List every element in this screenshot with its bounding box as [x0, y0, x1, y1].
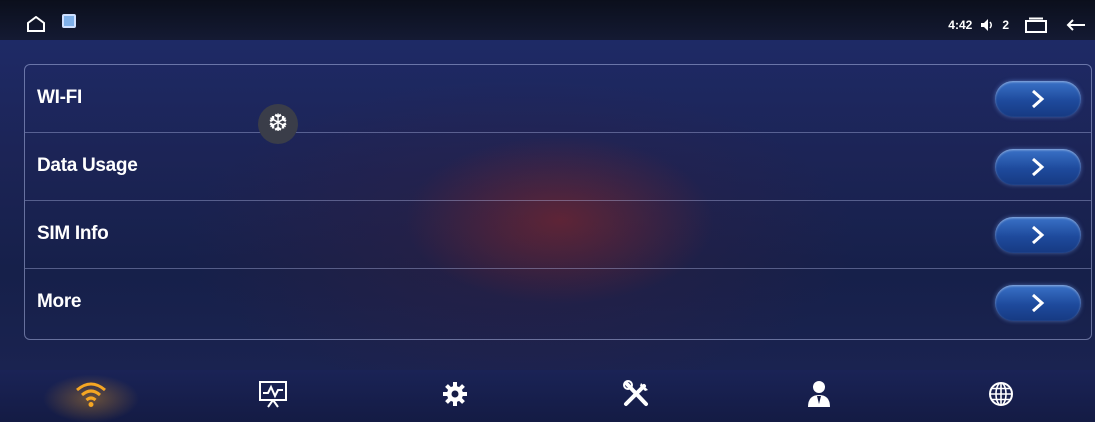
tab-network[interactable]: [0, 370, 182, 422]
chevron-right-icon[interactable]: [995, 149, 1081, 185]
tab-tools[interactable]: [546, 370, 728, 422]
tab-general[interactable]: [364, 370, 546, 422]
settings-item-data-usage[interactable]: Data Usage: [25, 133, 1091, 201]
system-monitor-icon: [258, 380, 288, 413]
tab-language[interactable]: [910, 370, 1092, 422]
gear-icon: [442, 381, 468, 412]
settings-item-sim-info[interactable]: SIM Info: [25, 201, 1091, 269]
settings-item-label: SIM Info: [37, 223, 109, 244]
globe-icon: [987, 380, 1015, 413]
chevron-right-icon[interactable]: [995, 217, 1081, 253]
clock: 4:42: [948, 18, 973, 32]
chevron-right-icon[interactable]: [995, 81, 1081, 117]
status-bar: 4:42 2: [0, 0, 1095, 40]
settings-item-label: WI-FI: [37, 87, 82, 108]
snowflake-icon[interactable]: ❆: [258, 104, 298, 144]
tools-icon: [622, 379, 652, 413]
volume-level: 2: [1002, 18, 1009, 32]
tab-account[interactable]: [728, 370, 910, 422]
settings-item-label: Data Usage: [37, 155, 138, 176]
back-arrow-icon[interactable]: [1065, 18, 1085, 32]
main-panel: WI-FI Data Usage SIM Info More ❆: [0, 40, 1095, 370]
settings-item-more[interactable]: More: [25, 269, 1091, 337]
bottom-tab-bar: [0, 370, 1095, 422]
settings-item-label: More: [37, 291, 82, 312]
tab-display[interactable]: [182, 370, 364, 422]
user-account-icon: [806, 380, 832, 413]
settings-item-wifi[interactable]: WI-FI: [25, 65, 1091, 133]
recent-apps-icon[interactable]: [1025, 17, 1047, 33]
home-outline-icon[interactable]: [26, 15, 46, 32]
volume-icon[interactable]: [980, 18, 994, 32]
wifi-icon: [74, 380, 108, 413]
status-right-group: 4:42 2: [948, 14, 1085, 36]
screenshot-thumb-icon[interactable]: [62, 14, 76, 28]
settings-list: WI-FI Data Usage SIM Info More: [24, 64, 1092, 340]
chevron-right-icon[interactable]: [995, 285, 1081, 321]
